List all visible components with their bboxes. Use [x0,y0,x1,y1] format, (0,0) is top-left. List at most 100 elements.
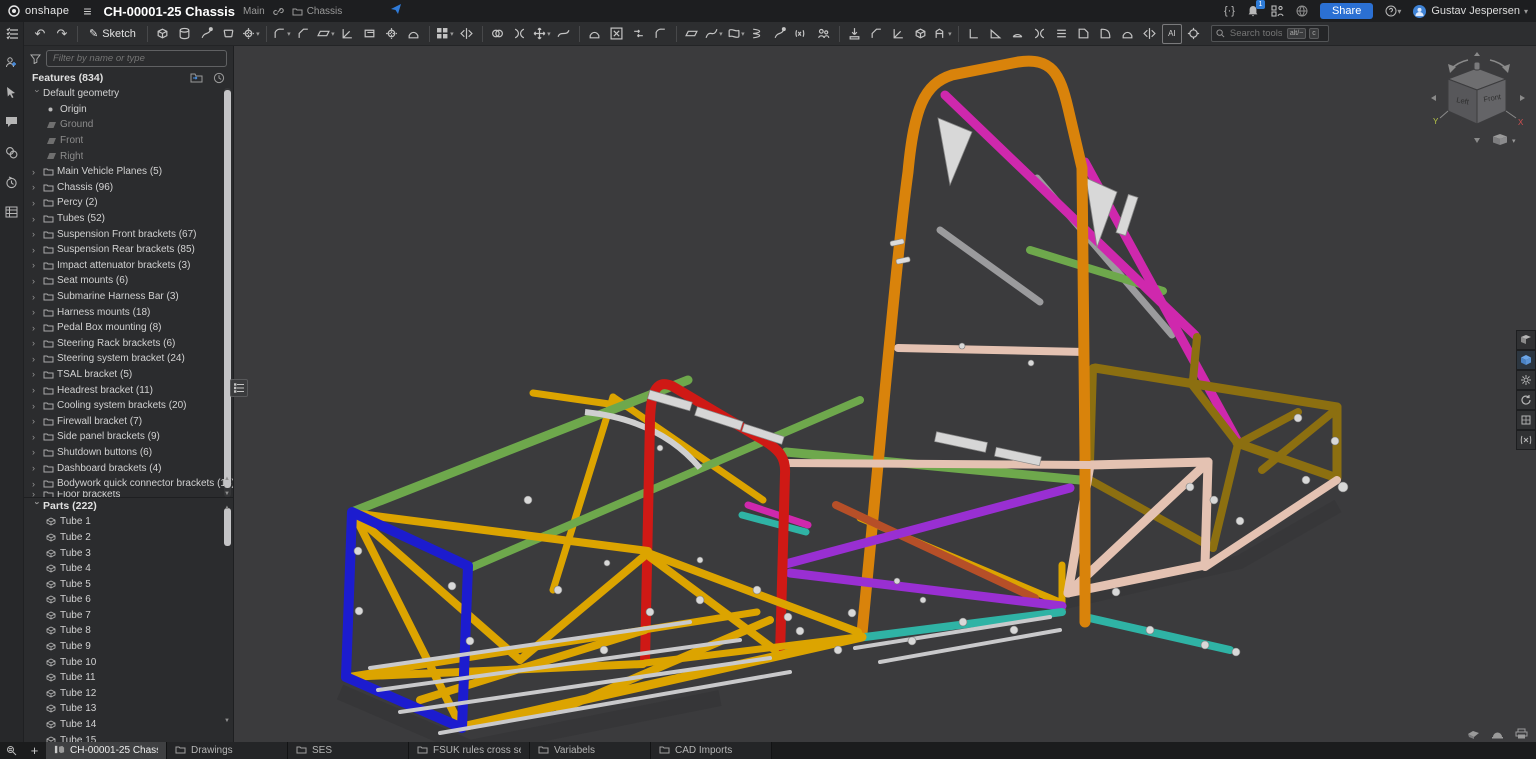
part-row[interactable]: Tube 1 [24,514,233,530]
sheet-metal-model-button[interactable] [867,24,887,44]
refresh-button[interactable] [1516,390,1536,410]
tree-folder-row[interactable]: ›Cooling system brackets (20) [24,398,233,414]
onshape-logo[interactable]: onshape [8,5,69,17]
frame-button[interactable]: ▾ [933,24,953,44]
cube-faces[interactable]: Left Front [1448,62,1506,124]
gusset-button[interactable] [986,24,1006,44]
loft-button[interactable] [219,24,239,44]
clipped-folder-row[interactable]: › Floor brackets [24,491,233,497]
part-row[interactable]: Tube 9 [24,639,233,655]
document-tab-fsuk-rules-cross-section[interactable]: FSUK rules cross section [409,742,530,759]
corner-break-button[interactable] [1096,24,1116,44]
beam-button[interactable] [964,24,984,44]
tree-folder-row[interactable]: ›Firewall bracket (7) [24,413,233,429]
replace-face-button[interactable] [629,24,649,44]
tab-button[interactable] [911,24,931,44]
shell-button[interactable] [360,24,380,44]
new-folder-icon[interactable] [190,72,203,83]
team-share-icon[interactable] [1271,5,1284,17]
tree-node-ground[interactable]: Ground [24,117,233,133]
delete-face-button[interactable] [607,24,627,44]
3d-fit-spline-button[interactable] [770,24,790,44]
composite-curve-button[interactable]: ▾ [704,24,724,44]
feature-list-toggle[interactable] [0,22,24,46]
rotate-right-arrow[interactable] [1520,95,1525,101]
part-row[interactable]: Tube 13 [24,701,233,717]
tree-folder-row[interactable]: ›Tubes (52) [24,211,233,227]
new-tab-button[interactable]: + [23,742,46,759]
part-row[interactable]: Tube 7 [24,608,233,624]
tree-folder-row[interactable]: ›Steering Rack brackets (6) [24,336,233,352]
tree-folder-row[interactable]: ›Impact attenuator brackets (3) [24,258,233,274]
language-globe-icon[interactable] [1296,5,1308,17]
weld-button[interactable] [1008,24,1028,44]
document-tab-ses[interactable]: SES [288,742,409,759]
rollback-bar-icon[interactable] [213,72,225,84]
view-options-dropdown[interactable]: ▾ [1493,134,1516,145]
tree-folder-row[interactable]: ›Bodywork quick connector brackets (16) [24,476,233,492]
tree-node-front[interactable]: Front [24,133,233,149]
parts-scroll-thumb[interactable] [224,508,231,546]
tree-folder-row[interactable]: ›Dashboard brackets (4) [24,460,233,476]
tree-folder-row[interactable]: ›Chassis (96) [24,180,233,196]
tree-folder-row[interactable]: ›Submarine Harness Bar (3) [24,289,233,305]
parts-scroll-down-arrow[interactable]: ▼ [224,718,230,724]
perspective-icon[interactable] [1490,727,1504,739]
ai-assistant-button[interactable]: AI [1162,24,1182,44]
part-row[interactable]: Tube 3 [24,545,233,561]
split-button[interactable] [510,24,530,44]
cut-list-button[interactable] [1052,24,1072,44]
import-derived-button[interactable] [845,24,865,44]
hole-button[interactable] [382,24,402,44]
modify-fillet-button[interactable] [651,24,671,44]
part-row[interactable]: Tube 4 [24,561,233,577]
document-tab-cad-imports[interactable]: CAD Imports [651,742,772,759]
tree-folder-row[interactable]: ›Main Vehicle Planes (5) [24,164,233,180]
search-tabs-icon[interactable] [0,742,23,759]
part-row[interactable]: Tube 15 [24,732,233,742]
flange-button[interactable] [889,24,909,44]
rear-frame-tubes[interactable] [1090,337,1337,548]
isolate-target-button[interactable] [1184,24,1204,44]
tree-folder-row[interactable]: ›Suspension Front brackets (67) [24,226,233,242]
revolve-button[interactable] [175,24,195,44]
swept-face-button[interactable] [1118,24,1138,44]
part-row[interactable]: Tube 6 [24,592,233,608]
fill-surface-button[interactable] [585,24,605,44]
fillet-button[interactable]: ▾ [272,24,292,44]
scroll-down-arrow[interactable]: ▼ [224,491,230,497]
collaborate-icon[interactable] [4,54,20,70]
features-scroll-thumb[interactable] [224,90,231,488]
variable-button[interactable] [792,24,812,44]
dev-console-icon[interactable]: {·} [1224,5,1235,17]
sketch-button[interactable]: ✎ Sketch [82,24,143,44]
share-button[interactable]: Share [1320,3,1373,19]
redo-button[interactable]: ↷ [52,24,72,44]
sweep-button[interactable] [197,24,217,44]
tree-folder-row[interactable]: ›Percy (2) [24,195,233,211]
part-row[interactable]: Tube 10 [24,654,233,670]
workspace-name[interactable]: Main [243,6,265,17]
rotate-down-arrow[interactable] [1474,138,1480,143]
part-row[interactable]: Tube 2 [24,530,233,546]
appearance-icon[interactable] [4,144,20,160]
link-icon[interactable] [273,6,284,17]
search-tools-box[interactable]: alt/~ c [1211,25,1329,42]
user-menu[interactable]: Gustav Jespersen ▾ [1413,5,1528,18]
plane-button[interactable] [682,24,702,44]
measure-button[interactable] [1516,430,1536,450]
linear-pattern-button[interactable]: ▾ [435,24,455,44]
visibility-button[interactable] [1516,350,1536,370]
tree-node-origin[interactable]: Origin [24,102,233,118]
tree-node-default-geometry[interactable]: › Default geometry [24,86,233,102]
helix-button[interactable] [748,24,768,44]
shaded-view-icon[interactable] [1466,727,1480,739]
tree-folder-row[interactable]: ›Headrest bracket (11) [24,382,233,398]
part-row[interactable]: Tube 14 [24,717,233,733]
thicken-button[interactable]: ▾ [241,24,261,44]
scroll-up-arrow[interactable]: ▲ [224,476,230,482]
chamfer-button[interactable] [294,24,314,44]
projected-curve-button[interactable]: ▾ [726,24,746,44]
bom-table-icon[interactable] [4,204,20,220]
boolean-button[interactable] [488,24,508,44]
